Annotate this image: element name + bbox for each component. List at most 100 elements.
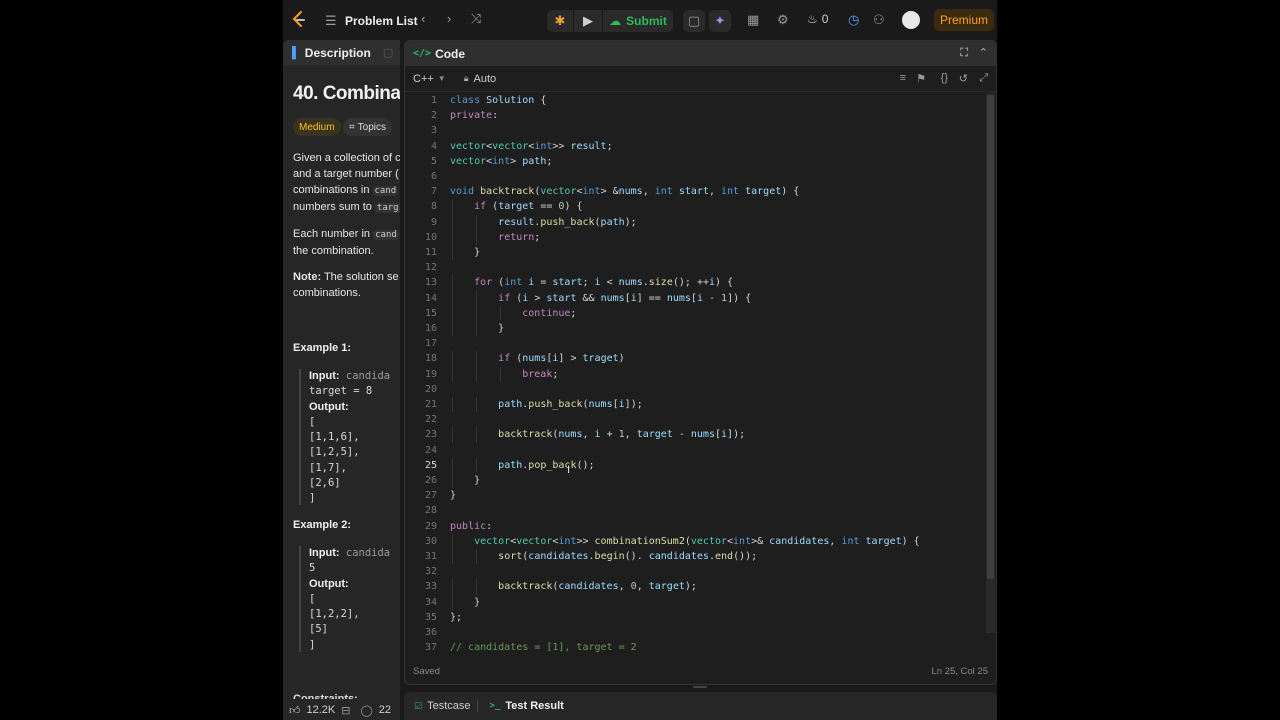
language-select[interactable]: C++ ▼ xyxy=(413,73,446,85)
code-line[interactable]: 20 xyxy=(405,382,986,397)
description-panel: ▌ Description ▢ 40. Combina Medium ⌗ Top… xyxy=(283,40,400,720)
code-line[interactable]: 24 xyxy=(405,443,986,458)
code-panel-header: </> Code ⛶ ⌃ xyxy=(405,41,996,66)
editor-scrollbar[interactable] xyxy=(986,93,995,633)
line-number: 16 xyxy=(424,323,437,334)
code-line[interactable]: 9 result.push_back(path); xyxy=(405,214,986,230)
topics-button[interactable]: ⌗ Topics xyxy=(343,118,392,136)
expand-icon[interactable]: ⤢ xyxy=(979,72,988,85)
code-text: backtrack(nums, i + 1, target - nums[i])… xyxy=(498,429,746,441)
fire-icon: ♨ xyxy=(807,12,818,26)
line-number: 18 xyxy=(424,353,437,365)
code-line[interactable]: 25 path.pop_back(); xyxy=(405,457,986,473)
streak-counter[interactable]: ♨ 0 xyxy=(807,12,828,26)
layout-icon[interactable]: ▦ xyxy=(747,12,759,28)
line-number: 29 xyxy=(424,520,437,532)
code-line[interactable]: 37 // candidates = [1], target = 2 xyxy=(405,640,986,653)
premium-button[interactable]: Premium xyxy=(934,9,994,31)
code-line[interactable]: 19 break; xyxy=(405,366,986,382)
code-line[interactable]: 7 void backtrack(vector<int> &nums, int s… xyxy=(405,184,986,199)
code-text: } xyxy=(450,323,505,334)
example-1-block: Input: candida target = 8 Output: [[1,1,6],… xyxy=(299,369,400,505)
code-line[interactable]: 5 vector<int> path; xyxy=(405,154,986,169)
thumbs-down-icon[interactable]: ⊟ xyxy=(341,704,350,717)
reset-icon[interactable]: ↺ xyxy=(959,72,968,85)
debug-icon[interactable]: ✱ xyxy=(547,10,573,32)
code-editor[interactable]: 1 class Solution {2 private: 3 4 vector<vecto… xyxy=(405,93,986,653)
code-line[interactable]: 10 return; xyxy=(405,229,986,245)
code-line[interactable]: 2 private: xyxy=(405,108,986,123)
chevron-right-icon[interactable]: › xyxy=(447,11,451,26)
bookmark-icon[interactable]: ⚑ xyxy=(916,72,926,85)
timer-icon[interactable]: ◷ xyxy=(848,12,859,28)
shuffle-icon[interactable]: ⤨ xyxy=(471,11,481,27)
code-line[interactable]: 32 xyxy=(405,564,986,579)
code-line[interactable]: 30 vector<vector<int>> combinationSum2(v… xyxy=(405,533,986,549)
chevron-left-icon[interactable]: ‹ xyxy=(421,11,425,26)
submit-label: Submit xyxy=(626,14,667,28)
note-icon[interactable]: ▢ xyxy=(683,10,705,32)
code-text: if (i > start && nums[i] == nums[i - 1])… xyxy=(498,292,752,304)
scrollbar-thumb[interactable] xyxy=(987,95,994,579)
code-line[interactable]: 3 xyxy=(405,123,986,138)
code-line[interactable]: 15 continue; xyxy=(405,305,986,321)
lock-icon: 🔒︎ xyxy=(463,73,469,83)
code-line[interactable]: 22 xyxy=(405,412,986,427)
code-line[interactable]: 12 xyxy=(405,260,986,275)
code-line[interactable]: 8 if (target == 0) { xyxy=(405,199,986,215)
code-line[interactable]: 31 sort(candidates.begin(). candidates.e… xyxy=(405,549,986,565)
format-icon[interactable]: ≡ xyxy=(900,72,906,84)
save-status: Saved xyxy=(413,665,440,677)
line-number: 3 xyxy=(430,125,437,137)
code-line[interactable]: 14 if (i > start && nums[i] == nums[i - … xyxy=(405,290,986,306)
code-line[interactable]: 4 vector<vector<int>> result; xyxy=(405,139,986,154)
code-line[interactable]: 6 xyxy=(405,169,986,184)
tab-description[interactable]: ▌ Description ▢ xyxy=(283,40,400,65)
code-line[interactable]: 21 path.push_back(nums[i]); xyxy=(405,397,986,413)
line-number: 8 xyxy=(430,201,437,213)
problem-list-link[interactable]: Problem List xyxy=(345,14,418,28)
description-icon: ▌ xyxy=(292,46,300,59)
code-line[interactable]: 26 } xyxy=(405,473,986,489)
gear-icon[interactable]: ⚙ xyxy=(777,12,789,28)
constraints-heading: Constraints: xyxy=(293,693,358,699)
code-line[interactable]: 16 } xyxy=(405,321,986,337)
add-friend-icon[interactable]: ⚇ xyxy=(873,12,885,28)
ai-sparkle-icon[interactable]: ✦ xyxy=(709,10,731,32)
editorial-tab-icon[interactable]: ▢ xyxy=(383,46,393,59)
submit-button[interactable]: ☁ Submit xyxy=(603,10,673,32)
code-text: if (nums[i] > traget) xyxy=(498,353,625,365)
code-line[interactable]: 17 xyxy=(405,336,986,351)
description-line: combinations in cand xyxy=(293,184,399,196)
code-line[interactable]: 35}; xyxy=(405,610,986,625)
code-line[interactable]: 33 backtrack(candidates, 0, target); xyxy=(405,579,986,595)
logo-icon[interactable] xyxy=(291,11,307,29)
code-line[interactable]: 1 class Solution { xyxy=(405,93,986,108)
tab-testcase[interactable]: ☑ Testcase xyxy=(414,700,471,712)
resize-handle[interactable] xyxy=(693,686,707,688)
code-line[interactable]: 34 } xyxy=(405,594,986,610)
auto-mode-toggle[interactable]: 🔒︎ Auto xyxy=(464,73,496,85)
comment-icon[interactable]: ◯ xyxy=(360,704,372,717)
chevron-down-icon: ▼ xyxy=(437,74,446,83)
code-line[interactable]: 36 xyxy=(405,625,986,640)
code-line[interactable]: 27} xyxy=(405,488,986,503)
description-line: combinations. xyxy=(293,287,361,299)
code-line[interactable]: 23 backtrack(nums, i + 1, target - nums[… xyxy=(405,427,986,443)
chevron-up-icon[interactable]: ⌃ xyxy=(979,46,988,59)
avatar[interactable] xyxy=(902,11,920,29)
play-icon[interactable]: ▶ xyxy=(574,10,602,32)
example-line: [2,6] xyxy=(309,477,341,490)
code-line[interactable]: 11 } xyxy=(405,245,986,261)
braces-icon[interactable]: {} xyxy=(941,72,948,84)
code-line[interactable]: 13 for (int i = start; i < nums.size(); … xyxy=(405,275,986,291)
tab-test-result[interactable]: >_ Test Result xyxy=(490,700,564,712)
maximize-icon[interactable]: ⛶ xyxy=(960,47,968,60)
code-line[interactable]: 18 if (nums[i] > traget) xyxy=(405,351,986,367)
thumbs-up-icon[interactable]: 👍︎ xyxy=(289,704,301,717)
code-line[interactable]: 28 xyxy=(405,503,986,518)
code-line[interactable]: 29 public: xyxy=(405,519,986,534)
problem-title: 40. Combina xyxy=(293,83,400,104)
tab-test-result-label: Test Result xyxy=(505,700,564,712)
list-icon[interactable]: ☰ xyxy=(325,13,337,29)
